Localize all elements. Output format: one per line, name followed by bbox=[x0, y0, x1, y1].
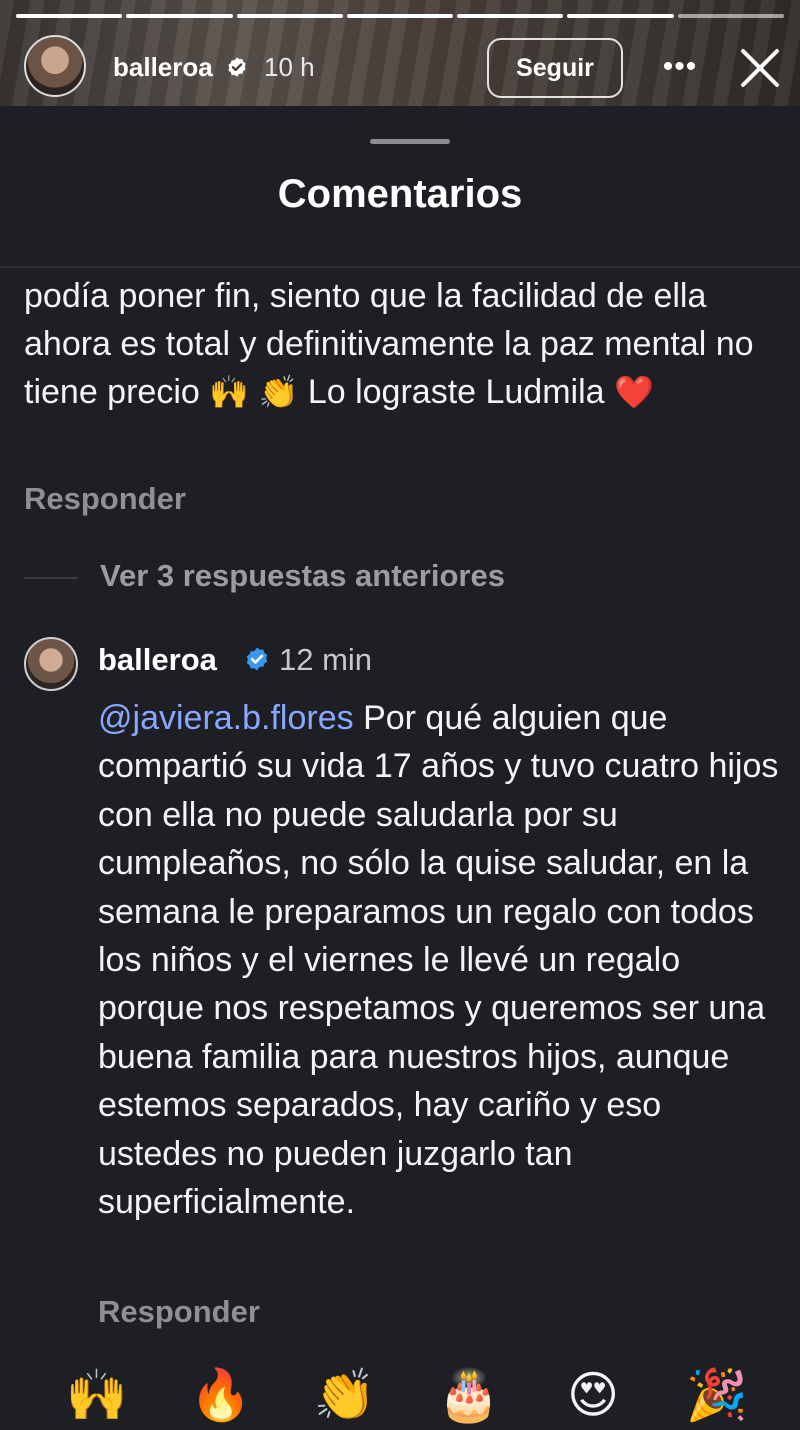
reply-button[interactable]: Responder bbox=[24, 481, 186, 517]
story-progress-bar bbox=[16, 14, 784, 18]
party-popper-reaction-button[interactable]: 🎉 bbox=[682, 1360, 752, 1430]
comment-username[interactable]: balleroa bbox=[98, 642, 217, 678]
divider bbox=[0, 266, 800, 268]
more-options-icon[interactable]: ••• bbox=[660, 52, 700, 82]
fire-reaction-button[interactable]: 🔥 bbox=[186, 1360, 256, 1430]
verified-badge-icon bbox=[246, 647, 268, 671]
sheet-title: Comentarios bbox=[277, 172, 523, 216]
comment-time: 12 min bbox=[279, 642, 373, 677]
clapping-reaction-button[interactable]: 👏 bbox=[310, 1360, 380, 1430]
raising-hands-emoji: 🙌 bbox=[209, 373, 250, 411]
close-icon[interactable] bbox=[738, 46, 782, 90]
clapping-hands-emoji: 👏 bbox=[258, 373, 299, 411]
red-heart-emoji: ❤️ bbox=[614, 373, 654, 411]
birthday-cake-reaction-button[interactable]: 🎂 bbox=[434, 1360, 504, 1430]
view-previous-replies-link[interactable]: Ver 3 respuestas anteriores bbox=[100, 558, 505, 594]
mention-link[interactable]: @javiera.b.flores bbox=[98, 699, 354, 737]
story-username[interactable]: balleroa bbox=[113, 52, 213, 83]
reply-button[interactable]: Responder bbox=[98, 1294, 260, 1330]
story-avatar[interactable] bbox=[24, 35, 86, 97]
avatar[interactable] bbox=[24, 637, 78, 691]
quick-reactions-bar: 🙌 🔥 👏 🎂 😍 🎉 bbox=[0, 1342, 800, 1424]
comments-sheet: Comentarios podía poner fin, siento que … bbox=[0, 106, 800, 1424]
heart-eyes-reaction-button[interactable]: 😍 bbox=[558, 1360, 628, 1430]
raising-hands-reaction-button[interactable]: 🙌 bbox=[62, 1360, 132, 1430]
verified-badge-icon bbox=[228, 57, 246, 77]
comment-text: podía poner fin, siento que la facilidad… bbox=[24, 277, 754, 411]
follow-button[interactable]: Seguir bbox=[487, 38, 623, 98]
story-time: 10 h bbox=[264, 52, 315, 82]
sheet-grabber[interactable] bbox=[370, 139, 450, 144]
thread-line bbox=[24, 577, 78, 579]
comment-text: @javiera.b.flores Por qué alguien que co… bbox=[98, 699, 779, 1222]
